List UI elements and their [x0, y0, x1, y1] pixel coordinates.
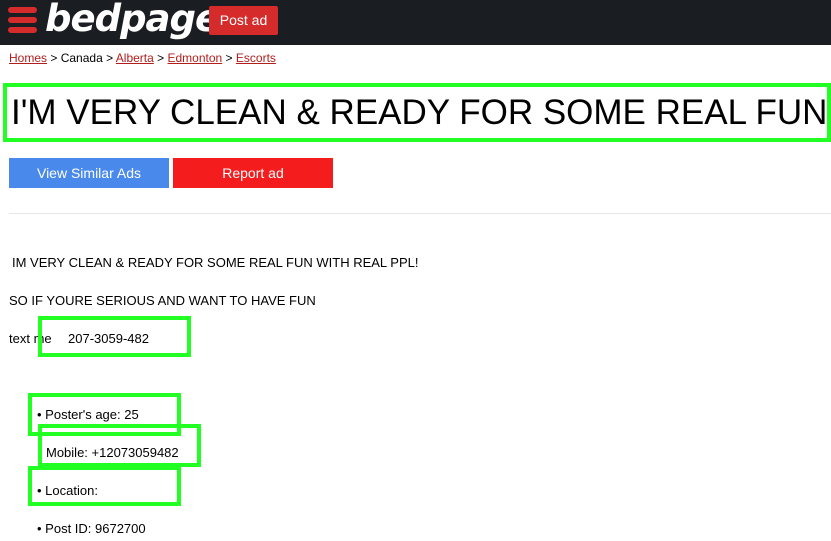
breadcrumb-homes[interactable]: Homes [9, 51, 47, 65]
posters-age: • Poster's age: 25 [37, 407, 139, 422]
ad-title: I'M VERY CLEAN & READY FOR SOME REAL FUN… [11, 93, 828, 132]
breadcrumb-separator: > [157, 51, 168, 65]
breadcrumb-alberta[interactable]: Alberta [116, 51, 154, 65]
ad-body-line-1: IM VERY CLEAN & READY FOR SOME REAL FUN … [12, 255, 419, 270]
breadcrumb-edmonton[interactable]: Edmonton [168, 51, 223, 65]
top-bar: bedpage Post ad [0, 0, 831, 45]
breadcrumb-separator: > [225, 51, 236, 65]
breadcrumb: Homes > Canada > Alberta > Edmonton > Es… [9, 51, 276, 65]
divider [9, 213, 831, 214]
ad-body-text-me: text me [9, 331, 52, 346]
ad-body-line-2: SO IF YOURE SERIOUS AND WANT TO HAVE FUN [9, 293, 316, 308]
breadcrumb-separator: > [50, 51, 61, 65]
breadcrumb-canada: Canada [60, 51, 103, 65]
post-id: • Post ID: 9672700 [37, 521, 146, 536]
site-logo[interactable]: bedpage [45, 0, 220, 41]
post-ad-button[interactable]: Post ad [209, 6, 278, 35]
mobile-number: Mobile: +12073059482 [46, 445, 179, 460]
breadcrumb-separator: > [106, 51, 116, 65]
view-similar-ads-button[interactable]: View Similar Ads [9, 158, 169, 188]
location: • Location: [37, 483, 98, 498]
ad-phone-number: 207-3059-482 [68, 331, 149, 346]
report-ad-button[interactable]: Report ad [173, 158, 333, 188]
ad-title-highlight: I'M VERY CLEAN & READY FOR SOME REAL FUN… [3, 83, 831, 142]
hamburger-menu-icon[interactable] [8, 7, 37, 33]
breadcrumb-escorts[interactable]: Escorts [236, 51, 276, 65]
